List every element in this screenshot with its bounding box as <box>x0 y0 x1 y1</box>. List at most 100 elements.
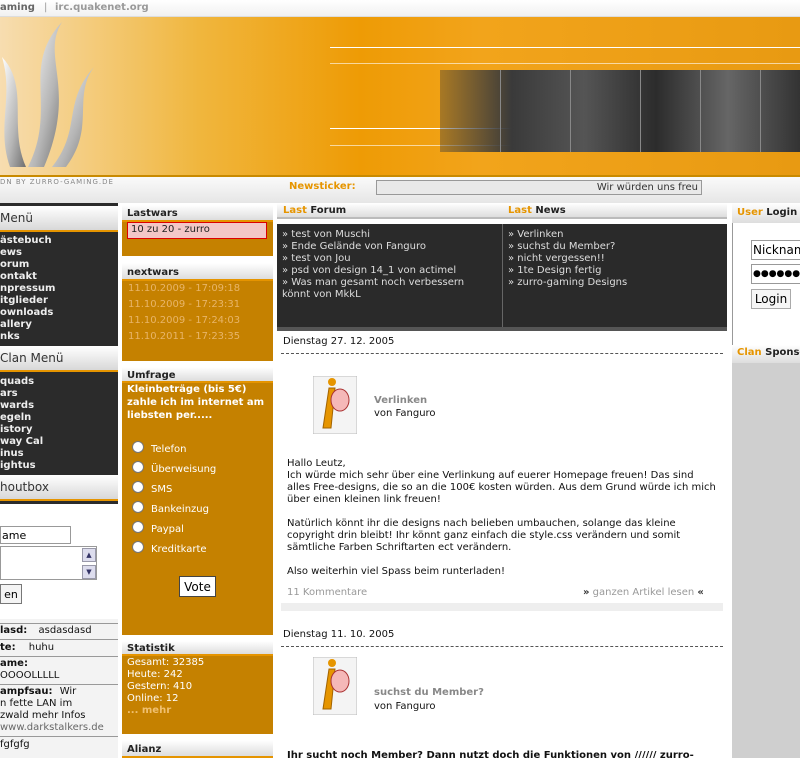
nextwar-entry[interactable]: 11.10.2009 - 17:24:03 <box>128 313 273 329</box>
forum-post-link[interactable]: » Was man gesamt noch verbessern <box>282 277 464 289</box>
site-name: aming <box>0 2 35 13</box>
nickname-input[interactable] <box>751 240 800 260</box>
divider <box>281 646 723 647</box>
article-title[interactable]: Verlinken <box>374 395 427 407</box>
clan-item-awards[interactable]: wards <box>0 400 34 412</box>
forum-post-link[interactable]: könnt von MkkL <box>282 289 361 301</box>
menu-item-imprint[interactable]: npressum <box>0 283 55 295</box>
poll-option-label: Paypal <box>151 524 184 535</box>
last-posts-panel: » test von Muschi » Ende Gelände von Fan… <box>277 224 727 331</box>
divider <box>281 353 723 354</box>
news-category-icon <box>313 657 357 715</box>
menu-item-forum[interactable]: orum <box>0 259 29 271</box>
password-input[interactable] <box>751 264 800 284</box>
news-post-link[interactable]: » 1te Design fertig <box>508 265 601 277</box>
forum-post-link[interactable]: » test von Jou <box>282 253 351 265</box>
login-button[interactable]: Login <box>751 289 791 309</box>
stat-online: Online: 12 <box>127 693 179 704</box>
main-content: Last Forum Last News » test von Muschi »… <box>277 203 727 758</box>
poll-option-label: Bankeinzug <box>151 504 209 515</box>
shout-entry: ame: <box>0 658 28 669</box>
clan-item-wars[interactable]: ars <box>0 388 18 400</box>
shoutbox-entries: lasd: asdasdasd te: huhu ame: OOOOLLLLL … <box>0 619 118 758</box>
article-title[interactable]: suchst du Member? <box>374 687 484 699</box>
article-body: Hallo Leutz, Ich würde mich sehr über ei… <box>287 458 716 577</box>
statistik-panel: Gesamt: 32385 Heute: 242 Gestern: 410 On… <box>122 656 273 734</box>
menu-heading: Menü <box>0 206 118 232</box>
poll-option-radio[interactable] <box>132 501 144 513</box>
irc-link[interactable]: irc.quakenet.org <box>55 2 149 13</box>
nextwar-entry[interactable]: 11.10.2011 - 17:23:35 <box>128 329 273 345</box>
news-category-icon <box>313 376 357 434</box>
shout-entry: ampfsau: Wir <box>0 686 77 697</box>
allianz-heading: Alianz <box>122 740 273 758</box>
news-post-link[interactable]: » suchst du Member? <box>508 241 615 253</box>
poll-option-label: Kreditkarte <box>151 544 207 555</box>
login-form: Login <box>732 223 800 345</box>
flame-logo <box>2 22 94 167</box>
newsticker-box[interactable]: Wir würden uns freu <box>376 180 702 195</box>
clan-menu-heading: Clan Menü <box>0 346 118 372</box>
clan-item-squads[interactable]: quads <box>0 376 34 388</box>
menu-item-gallery[interactable]: allery <box>0 319 32 331</box>
shoutbox-send-button[interactable]: en <box>0 584 22 604</box>
menu-item-downloads[interactable]: ownloads <box>0 307 53 319</box>
left-column: Menü ästebuch ews orum ontakt npressum i… <box>0 203 118 758</box>
forum-post-link[interactable]: » psd von design 14_1 von actimel <box>282 265 456 277</box>
stat-today: Heute: 242 <box>127 669 183 680</box>
menu-item-news[interactable]: ews <box>0 247 22 259</box>
shout-entry: lasd: asdasdasd <box>0 625 92 636</box>
forum-post-link[interactable]: » Ende Gelände von Fanguro <box>282 241 426 253</box>
comments-link[interactable]: 11 Kommentare <box>287 587 367 599</box>
vote-button[interactable]: Vote <box>179 576 216 597</box>
umfrage-heading: Umfrage <box>122 367 273 383</box>
news-post-link[interactable]: » Verlinken <box>508 229 563 241</box>
poll-question: Kleinbeträge (bis 5€) zahle ich im inter… <box>127 384 265 421</box>
menu-item-guestbook[interactable]: ästebuch <box>0 235 52 247</box>
clan-item-awaycal[interactable]: way Cal <box>0 436 43 448</box>
menu-item-contact[interactable]: ontakt <box>0 271 37 283</box>
last-forum-heading: Last Forum <box>277 203 502 219</box>
last-news-heading: Last News <box>502 203 727 219</box>
article-body: Ihr sucht noch Member? Dann nutzt doch d… <box>287 750 694 758</box>
clan-item-history[interactable]: istory <box>0 424 32 436</box>
forum-post-link[interactable]: » test von Muschi <box>282 229 370 241</box>
article-author: von Fanguro <box>374 701 436 712</box>
lastwars-panel: 10 zu 20 - zurro <box>122 222 273 256</box>
lastwars-entry[interactable]: 10 zu 20 - zurro <box>127 222 267 239</box>
poll-option-label: Telefon <box>151 444 187 455</box>
lastwars-heading: Lastwars <box>122 205 273 222</box>
stat-more-link[interactable]: ... mehr <box>127 705 273 717</box>
scroll-up-icon[interactable]: ▲ <box>82 548 96 562</box>
newsticker-label: Newsticker: <box>289 181 356 192</box>
menu-item-members[interactable]: itglieder <box>0 295 48 307</box>
header-banner <box>0 17 800 175</box>
news-post-link[interactable]: » nicht vergessen!! <box>508 253 605 265</box>
shout-link[interactable]: www.darkstalkers.de <box>0 722 104 734</box>
news-post-link[interactable]: » zurro-gaming Designs <box>508 277 627 289</box>
poll-option-radio[interactable] <box>132 461 144 473</box>
menu-item-links[interactable]: nks <box>0 331 20 343</box>
clan-item-rightus[interactable]: ightus <box>0 460 36 472</box>
clan-sponsor-heading: Clan Sponso <box>732 345 800 363</box>
scroll-down-icon[interactable]: ▼ <box>82 565 96 579</box>
shoutbox-name-input[interactable] <box>0 526 71 544</box>
clan-item-rules[interactable]: egeln <box>0 412 31 424</box>
article-date: Dienstag 11. 10. 2005 <box>283 629 395 640</box>
design-byline: DN BY ZURRO-GAMING.DE <box>0 178 114 186</box>
right-column: User Login Login Clan Sponso <box>732 203 800 758</box>
read-more-link[interactable]: » ganzen Artikel lesen « <box>583 587 723 599</box>
banner-photos <box>440 70 800 152</box>
poll-option-radio[interactable] <box>132 521 144 533</box>
poll-panel: Kleinbeträge (bis 5€) zahle ich im inter… <box>122 383 273 635</box>
clan-item-minus[interactable]: inus <box>0 448 24 460</box>
top-bar: aming | irc.quakenet.org <box>0 0 800 17</box>
nextwars-panel: 11.10.2009 - 17:09:18 11.10.2009 - 17:23… <box>122 281 273 361</box>
poll-option-radio[interactable] <box>132 481 144 493</box>
statistik-heading: Statistik <box>122 641 273 656</box>
nextwar-entry[interactable]: 11.10.2009 - 17:09:18 <box>128 281 273 297</box>
poll-option-radio[interactable] <box>132 541 144 553</box>
poll-option-radio[interactable] <box>132 441 144 453</box>
nextwar-entry[interactable]: 11.10.2009 - 17:23:31 <box>128 297 273 313</box>
poll-option-label: Überweisung <box>151 464 217 475</box>
